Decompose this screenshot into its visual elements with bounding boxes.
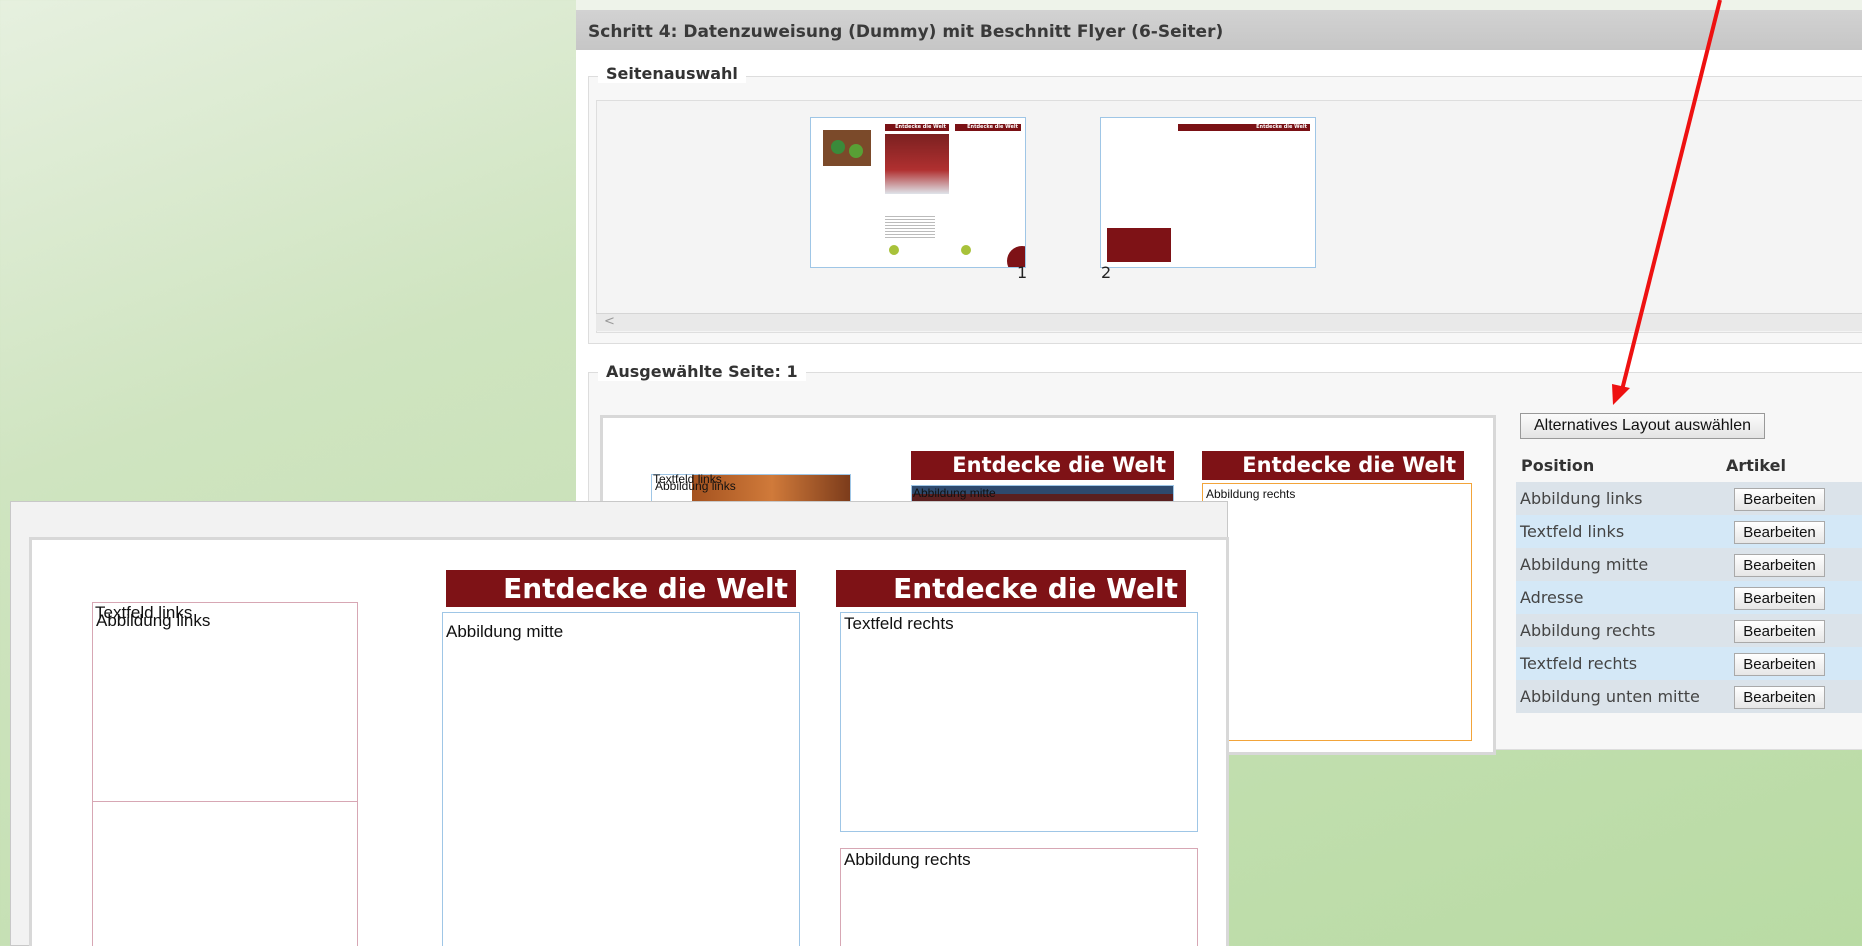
row-position-label: Abbildung rechts bbox=[1520, 621, 1656, 640]
bearbeiten-button[interactable]: Bearbeiten bbox=[1734, 521, 1825, 544]
preview-abbildung-rechts-box[interactable] bbox=[1202, 483, 1472, 741]
thumb-text-lines bbox=[885, 214, 935, 238]
zoom-textfeld-rechts-label: Textfeld rechts bbox=[844, 614, 954, 633]
row-position-label: Abbildung links bbox=[1520, 489, 1643, 508]
table-row: Abbildung mitte Bearbeiten bbox=[1516, 548, 1862, 581]
column-header-artikel: Artikel bbox=[1726, 456, 1786, 475]
seitenauswahl-legend: Seitenauswahl bbox=[598, 64, 746, 83]
row-position-label: Abbildung unten mitte bbox=[1520, 687, 1700, 706]
panel-top-strip bbox=[576, 0, 1862, 10]
bearbeiten-button[interactable]: Bearbeiten bbox=[1734, 620, 1825, 643]
zoom-abbildung-rechts-label: Abbildung rechts bbox=[844, 850, 971, 869]
table-row: Adresse Bearbeiten bbox=[1516, 581, 1862, 614]
page-thumbnail-2[interactable]: Entdecke die Welt bbox=[1100, 117, 1316, 268]
thumb-logo-icon bbox=[889, 245, 899, 255]
row-position-label: Abbildung mitte bbox=[1520, 555, 1649, 574]
thumb-banner-right: Entdecke die Welt bbox=[955, 124, 1021, 131]
table-row: Textfeld links Bearbeiten bbox=[1516, 515, 1862, 548]
page-thumbnail-1[interactable]: Entdecke die Welt Entdecke die Welt bbox=[810, 117, 1026, 268]
zoom-abbildung-links-label: Abbildung links bbox=[96, 611, 211, 630]
preview-banner-right: Entdecke die Welt bbox=[1202, 451, 1464, 480]
table-row: Abbildung rechts Bearbeiten bbox=[1516, 614, 1862, 647]
table-row: Abbildung links Bearbeiten bbox=[1516, 482, 1862, 515]
preview-abbildung-links-label: Abbildung links bbox=[655, 479, 736, 493]
preview-abbildung-mitte-label: Abbildung mitte bbox=[913, 486, 996, 500]
preview-abbildung-rechts-label: Abbildung rechts bbox=[1206, 487, 1296, 501]
ausgewaehlte-seite-legend: Ausgewählte Seite: 1 bbox=[598, 362, 806, 381]
thumb-logo-icon bbox=[961, 245, 971, 255]
page-number-2: 2 bbox=[1101, 263, 1112, 282]
step-header: Schritt 4: Datenzuweisung (Dummy) mit Be… bbox=[576, 10, 1862, 50]
thumb-banner-left: Entdecke die Welt bbox=[885, 124, 949, 131]
thumb-banner: Entdecke die Welt bbox=[1178, 124, 1310, 131]
zoom-banner-mid: Entdecke die Welt bbox=[446, 570, 796, 607]
page-number-1: 1 bbox=[1017, 263, 1028, 282]
horizontal-scrollbar[interactable] bbox=[596, 313, 1862, 331]
row-position-label: Textfeld rechts bbox=[1520, 654, 1638, 673]
thumb-red-block bbox=[1107, 228, 1171, 262]
bearbeiten-button[interactable]: Bearbeiten bbox=[1734, 488, 1825, 511]
bearbeiten-button[interactable]: Bearbeiten bbox=[1734, 653, 1825, 676]
table-row: Textfeld rechts Bearbeiten bbox=[1516, 647, 1862, 680]
zoom-textfeld-links-box[interactable] bbox=[92, 801, 358, 946]
thumb-image-mid bbox=[885, 134, 949, 194]
thumb-image-left bbox=[823, 130, 871, 166]
table-row: Abbildung unten mitte Bearbeiten bbox=[1516, 680, 1862, 713]
column-header-position: Position bbox=[1521, 456, 1595, 475]
preview-banner-mid: Entdecke die Welt bbox=[911, 451, 1174, 480]
zoomed-layout-window: Textfeld links Abbildung links Entdecke … bbox=[10, 501, 1229, 946]
zoom-abbildung-mitte-label: Abbildung mitte bbox=[446, 622, 564, 641]
zoom-abbildung-links-box[interactable] bbox=[92, 602, 358, 802]
zoom-textfeld-rechts-box[interactable] bbox=[840, 612, 1198, 832]
zoomed-layout-canvas: Textfeld links Abbildung links Entdecke … bbox=[29, 537, 1229, 946]
row-position-label: Adresse bbox=[1520, 588, 1584, 607]
scroll-left-arrow-icon[interactable]: < bbox=[604, 314, 615, 329]
bearbeiten-button[interactable]: Bearbeiten bbox=[1734, 587, 1825, 610]
bearbeiten-button[interactable]: Bearbeiten bbox=[1734, 686, 1825, 709]
zoom-banner-right: Entdecke die Welt bbox=[836, 570, 1186, 607]
row-position-label: Textfeld links bbox=[1520, 522, 1625, 541]
bearbeiten-button[interactable]: Bearbeiten bbox=[1734, 554, 1825, 577]
zoom-abbildung-mitte-box[interactable] bbox=[442, 612, 800, 946]
alternatives-layout-button[interactable]: Alternatives Layout auswählen bbox=[1520, 413, 1765, 439]
